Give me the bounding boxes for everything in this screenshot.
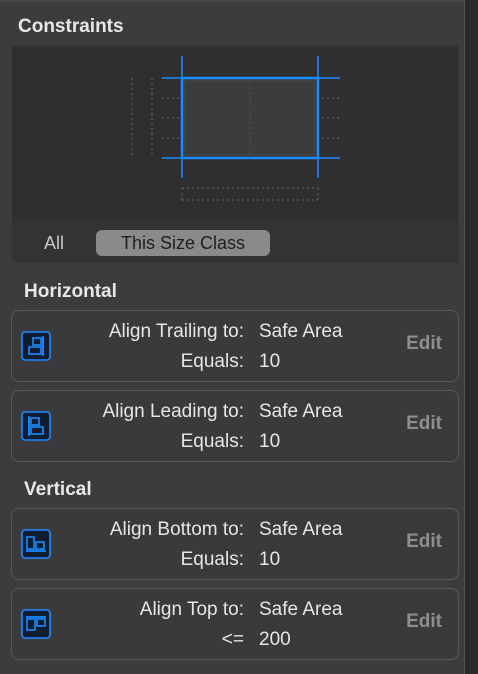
vertical-heading: Vertical (24, 479, 92, 500)
align-trailing-icon (21, 331, 51, 361)
align-top-icon (21, 609, 51, 639)
align-bottom-icon (21, 529, 51, 559)
constraint-card-top[interactable]: Align Top to: Safe Area <= 200 Edit (11, 588, 459, 660)
horizontal-heading: Horizontal (24, 281, 117, 302)
constraint-label: Align Leading to: (102, 401, 244, 422)
constraint-card-trailing[interactable]: Align Trailing to: Safe Area Equals: 10 … (11, 310, 459, 382)
edit-button[interactable]: Edit (406, 333, 442, 355)
edit-button[interactable]: Edit (406, 611, 442, 633)
constraint-target: Safe Area (259, 599, 343, 620)
constraint-constant: 10 (259, 549, 281, 570)
panel-edge (464, 0, 478, 674)
constraints-preview: All This Size Class (11, 45, 459, 263)
constraint-label: Align Trailing to: (108, 321, 244, 342)
constraint-relation: Equals: (180, 431, 244, 452)
constraint-label: Align Bottom to: (109, 519, 244, 540)
constraints-canvas (12, 46, 458, 220)
constraint-diagram (131, 56, 342, 201)
constraint-constant: 200 (259, 629, 291, 650)
constraint-relation: <= (221, 629, 244, 650)
edit-button[interactable]: Edit (406, 413, 442, 435)
align-leading-icon (21, 411, 51, 441)
constraint-constant: 10 (259, 431, 281, 452)
constraint-label: Align Top to: (139, 599, 244, 620)
constraint-relation: Equals: (180, 549, 244, 570)
constraint-target: Safe Area (259, 401, 343, 422)
constraint-card-leading[interactable]: Align Leading to: Safe Area Equals: 10 E… (11, 390, 459, 462)
constraint-target: Safe Area (259, 321, 343, 342)
constraint-relation: Equals: (180, 351, 244, 372)
top-divider (0, 0, 464, 2)
edit-button[interactable]: Edit (406, 531, 442, 553)
constraint-card-bottom[interactable]: Align Bottom to: Safe Area Equals: 10 Ed… (11, 508, 459, 580)
constraint-constant: 10 (259, 351, 281, 372)
size-class-segmented-control: All This Size Class (12, 220, 458, 262)
segment-this-size-class[interactable]: This Size Class (96, 230, 270, 256)
section-title: Constraints (18, 16, 124, 37)
constraint-target: Safe Area (259, 519, 343, 540)
segment-all[interactable]: All (34, 230, 74, 256)
